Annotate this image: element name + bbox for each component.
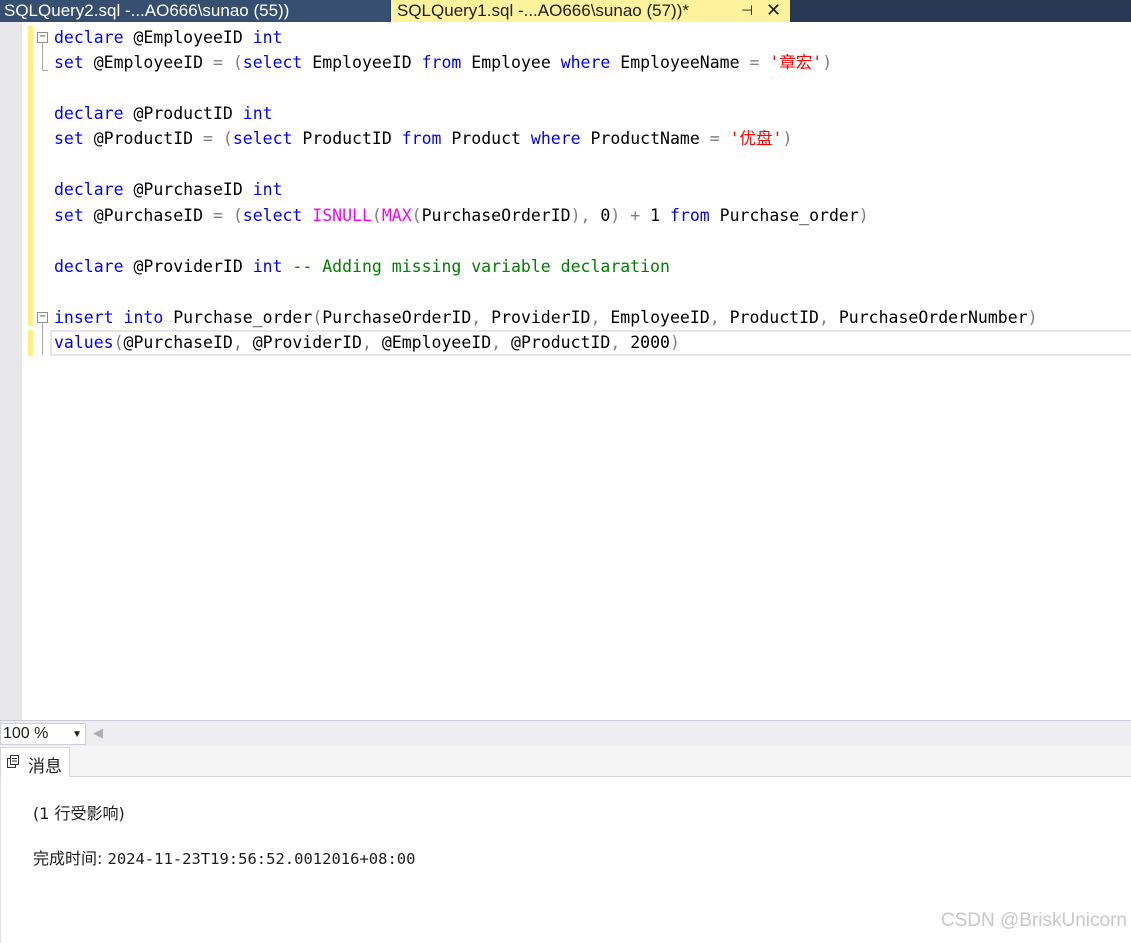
editor-status-strip: 100 % ▼ ◀ xyxy=(0,720,1131,746)
code-line-10: declare @ProviderID int -- Adding missin… xyxy=(54,257,670,276)
collapse-icon[interactable]: − xyxy=(37,312,48,323)
rows-affected-message: (1 行受影响) xyxy=(33,804,125,823)
document-tab-bar: SQLQuery2.sql -...AO666\sunao (55)) SQLQ… xyxy=(0,0,1131,22)
collapse-icon[interactable]: − xyxy=(37,32,48,43)
code-line-8: set @PurchaseID = (select ISNULL(MAX(Pur… xyxy=(54,206,869,225)
sql-editor[interactable]: − − declare @EmployeeID int set @Employe… xyxy=(0,22,1131,720)
tab-messages-label: 消息 xyxy=(28,757,62,777)
completion-time-value: 2024-11-23T19:56:52.0012016+08:00 xyxy=(107,850,416,868)
change-indicator-bar xyxy=(28,26,33,326)
code-line-5: set @ProductID = (select ProductID from … xyxy=(54,129,793,148)
change-indicator-bar xyxy=(28,330,33,356)
tab-sqlquery2-label: SQLQuery2.sql -...AO666\sunao (55)) xyxy=(4,1,290,20)
code-line-7: declare @PurchaseID int xyxy=(54,180,283,199)
tab-sqlquery1[interactable]: SQLQuery1.sql -...AO666\sunao (57))* xyxy=(391,0,790,22)
completion-time-message: 完成时间: 2024-11-23T19:56:52.0012016+08:00 xyxy=(33,845,415,869)
tab-messages[interactable]: 消息 xyxy=(0,747,70,777)
code-line-12: insert into Purchase_order(PurchaseOrder… xyxy=(54,308,1038,327)
tab-sqlquery2[interactable]: SQLQuery2.sql -...AO666\sunao (55)) xyxy=(0,0,390,22)
pin-icon[interactable]: ⊣ xyxy=(741,0,753,21)
watermark: CSDN @BriskUnicorn xyxy=(940,910,1127,931)
zoom-dropdown[interactable]: 100 % ▼ xyxy=(0,723,86,745)
chevron-down-icon: ▼ xyxy=(72,729,82,740)
messages-icon xyxy=(7,755,19,768)
fold-guide xyxy=(42,43,43,70)
code-line-13: values(@PurchaseID, @ProviderID, @Employ… xyxy=(54,333,680,352)
scroll-left-icon[interactable]: ◀ xyxy=(93,725,103,741)
fold-guide-end xyxy=(42,70,48,71)
code-line-4: declare @ProductID int xyxy=(54,104,273,123)
close-icon[interactable]: ✕ xyxy=(766,0,781,21)
zoom-value: 100 % xyxy=(3,725,49,742)
fold-guide xyxy=(42,323,43,355)
code-line-1: declare @EmployeeID int xyxy=(54,28,283,47)
completion-time-label: 完成时间: xyxy=(33,849,108,868)
tab-sqlquery1-label: SQLQuery1.sql -...AO666\sunao (57))* xyxy=(397,1,689,20)
code-line-2: set @EmployeeID = (select EmployeeID fro… xyxy=(54,53,833,72)
editor-gutter xyxy=(0,22,22,720)
results-tab-strip: 消息 xyxy=(0,746,1131,777)
